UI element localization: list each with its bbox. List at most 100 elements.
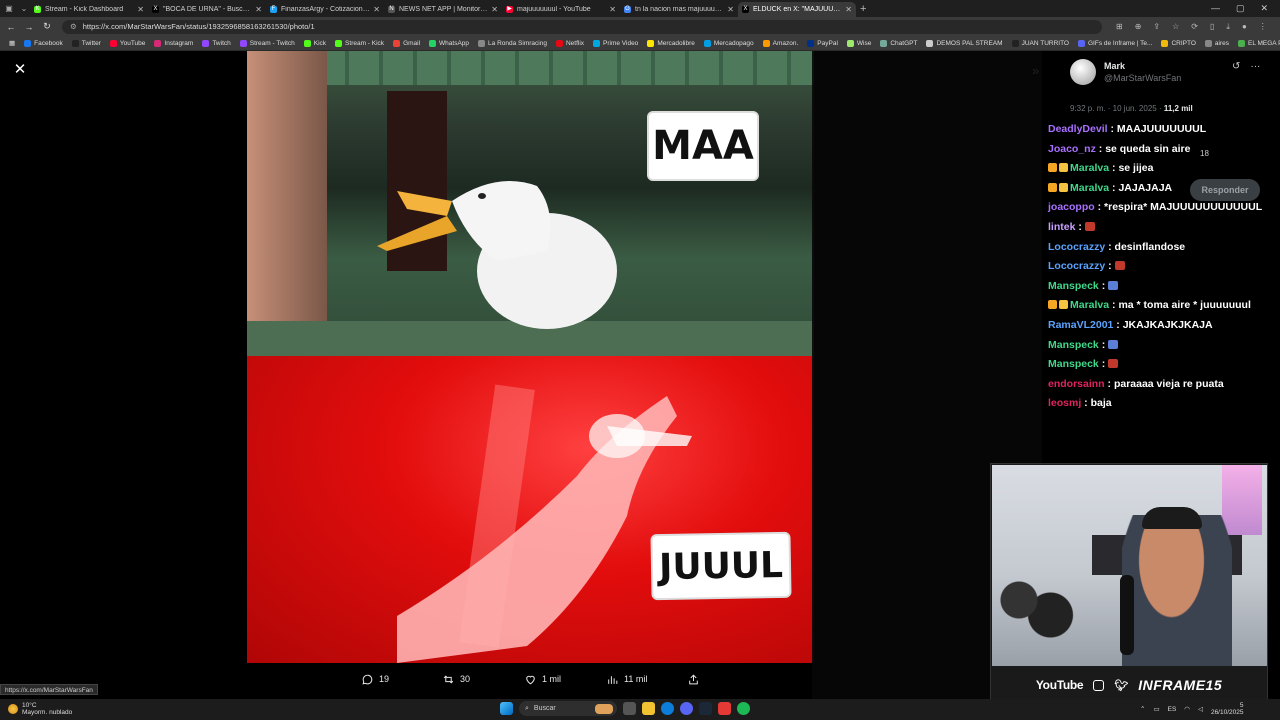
tab-title: Stream - Kick Dashboard bbox=[45, 6, 124, 13]
spotify-icon[interactable] bbox=[737, 702, 750, 715]
tab-close-icon[interactable]: ✕ bbox=[845, 5, 852, 14]
bookmark-item[interactable]: Wise bbox=[846, 39, 871, 47]
bookmark-label: Mercadopago bbox=[713, 39, 754, 47]
bookmark-item[interactable]: La Ronda Simracing bbox=[478, 39, 547, 47]
tweet-photo[interactable]: MAA JUUUL bbox=[247, 51, 814, 663]
weather-desc: Mayorm. nublado bbox=[22, 709, 73, 716]
translate-icon[interactable]: ⊞ bbox=[1116, 22, 1123, 32]
wifi-icon[interactable]: ◠ bbox=[1184, 705, 1190, 713]
apps-icon[interactable]: ▦ bbox=[9, 39, 15, 47]
url-field[interactable]: ⚙ https://x.com/MarStarWarsFan/status/19… bbox=[62, 19, 1102, 34]
tab-favicon-icon: X bbox=[742, 6, 749, 13]
new-tab-button[interactable]: + bbox=[860, 3, 866, 15]
youtube-label: YouTube bbox=[1035, 678, 1084, 692]
bookmark-favicon-icon bbox=[807, 39, 815, 47]
site-info-icon[interactable]: ⚙ bbox=[70, 22, 77, 31]
bookmark-item[interactable]: Twitter bbox=[71, 39, 101, 47]
tab-title: "BOCA DE URNA" - Buscar / X bbox=[163, 6, 253, 13]
bookmark-item[interactable]: Netflix bbox=[555, 39, 584, 47]
share-button[interactable] bbox=[687, 673, 700, 686]
tab-search-icon[interactable]: ⌄ bbox=[18, 3, 30, 15]
bookmark-item[interactable]: PayPal bbox=[807, 39, 838, 47]
bookmark-item[interactable]: JUAN TURRITO bbox=[1011, 39, 1069, 47]
minimize-button[interactable]: — bbox=[1211, 3, 1220, 14]
repost-button[interactable]: 30 bbox=[442, 673, 470, 686]
bookmark-item[interactable]: GIFs de Inframe | Te... bbox=[1078, 39, 1152, 47]
grok-icon[interactable]: ↺ bbox=[1232, 61, 1240, 72]
tray-apps-icon[interactable]: ▭ bbox=[1153, 705, 1159, 713]
tab-close-icon[interactable]: ✕ bbox=[609, 5, 616, 14]
chat-username: lintek bbox=[1048, 220, 1076, 233]
forward-icon[interactable]: → bbox=[22, 22, 36, 32]
stream-chat-overlay: DeadlyDevil : MAAJUUUUUUUL Joaco_nz : se … bbox=[1048, 120, 1273, 414]
bookmark-item[interactable]: Kick bbox=[303, 39, 326, 47]
bookmark-item[interactable]: Facebook bbox=[24, 39, 63, 47]
tab-title: ELDUCK en X: "MAJUUUUUL http... bbox=[753, 6, 842, 13]
tab-title: FinanzasArgy - Cotizaciones en ti... bbox=[281, 6, 371, 13]
task-view-icon[interactable] bbox=[623, 702, 636, 715]
language-indicator[interactable]: ES bbox=[1168, 706, 1177, 713]
browser-tab[interactable]: K Stream - Kick Dashboard ✕ bbox=[30, 2, 148, 17]
chat-username: Lococrazzy bbox=[1048, 260, 1106, 273]
bookmark-item[interactable]: Twitch bbox=[202, 39, 231, 47]
browser-tab[interactable]: N NEWS NET APP | Monitoreo de n...✕ bbox=[384, 2, 502, 17]
bookmark-item[interactable]: Amazon. bbox=[762, 39, 798, 47]
tab-close-icon[interactable]: ✕ bbox=[373, 5, 380, 14]
weather-widget[interactable]: 10°C Mayorm. nublado bbox=[8, 702, 72, 716]
avatar[interactable] bbox=[1070, 59, 1096, 85]
profile-icon[interactable]: ● bbox=[1242, 22, 1247, 32]
bookmark-item[interactable]: WhatsApp bbox=[429, 39, 469, 47]
tray-chevron-icon[interactable]: ⌃ bbox=[1140, 705, 1145, 713]
browser-tab[interactable]: Gtn la nacion mas majuuuuuuul ✕ bbox=[620, 2, 738, 17]
bookmark-item[interactable]: CRIPTO bbox=[1161, 39, 1196, 47]
bookmark-item[interactable]: Stream - Twitch bbox=[239, 39, 295, 47]
bookmark-item[interactable]: Instagram bbox=[154, 39, 193, 47]
extensions-icon[interactable]: ⟳ bbox=[1191, 22, 1198, 32]
bookmark-label: Stream - Twitch bbox=[249, 39, 295, 47]
bookmark-item[interactable]: Gmail bbox=[393, 39, 420, 47]
tab-close-icon[interactable]: ✕ bbox=[255, 5, 262, 14]
more-icon[interactable]: ··· bbox=[1250, 61, 1260, 72]
start-icon[interactable] bbox=[500, 702, 513, 715]
volume-icon[interactable]: ◁ bbox=[1198, 705, 1203, 713]
close-icon[interactable]: ✕ bbox=[12, 62, 28, 78]
back-icon[interactable]: ← bbox=[4, 22, 18, 32]
edge-icon[interactable] bbox=[661, 702, 674, 715]
tweet-author[interactable]: Mark @MarStarWarsFan bbox=[1070, 59, 1181, 85]
views-button[interactable]: 11 mil bbox=[606, 673, 647, 686]
bookmark-item[interactable]: Prime Video bbox=[593, 39, 638, 47]
maximize-button[interactable]: ▢ bbox=[1236, 3, 1245, 14]
bookmark-item[interactable]: Mercadopago bbox=[703, 39, 754, 47]
bookmark-item[interactable]: YouTube bbox=[109, 39, 145, 47]
steam-icon[interactable] bbox=[699, 702, 712, 715]
obs-icon[interactable] bbox=[718, 702, 731, 715]
tab-close-icon[interactable]: ✕ bbox=[727, 5, 734, 14]
tab-close-icon[interactable]: ✕ bbox=[491, 5, 498, 14]
star-icon[interactable]: ☆ bbox=[1172, 22, 1179, 32]
browser-tab[interactable]: ▶ majuuuuuuul - YouTube ✕ bbox=[502, 2, 620, 17]
close-window-button[interactable]: ✕ bbox=[1260, 3, 1268, 14]
share-icon[interactable]: ⇪ bbox=[1153, 22, 1160, 32]
like-button[interactable]: 1 mil bbox=[524, 673, 561, 686]
browser-tab[interactable]: X "BOCA DE URNA" - Buscar / X ✕ bbox=[148, 2, 266, 17]
downloads-icon[interactable]: ⤓ bbox=[1226, 22, 1230, 32]
bookmark-item[interactable]: aires bbox=[1204, 39, 1229, 47]
bookmark-item[interactable]: ChatGPT bbox=[880, 39, 917, 47]
reply-button[interactable]: 19 bbox=[361, 673, 389, 686]
discord-icon[interactable] bbox=[680, 702, 693, 715]
bookmarks-icon[interactable]: ▯ bbox=[1210, 22, 1214, 32]
zoom-icon[interactable]: ⊕ bbox=[1135, 22, 1142, 32]
menu-icon[interactable]: ⋮ bbox=[1259, 22, 1267, 32]
tab-close-icon[interactable]: ✕ bbox=[137, 5, 144, 14]
clock[interactable]: 5 26/10/2025 bbox=[1211, 702, 1244, 716]
bookmark-item[interactable]: Mercadolibre bbox=[647, 39, 695, 47]
reload-icon[interactable]: ↻ bbox=[40, 21, 54, 32]
bookmark-item[interactable]: DEMOS PAL STREAM bbox=[926, 39, 1003, 47]
bookmark-item[interactable]: Stream - Kick bbox=[335, 39, 384, 47]
file-explorer-icon[interactable] bbox=[642, 702, 655, 715]
browser-tab[interactable]: F FinanzasArgy - Cotizaciones en ti...✕ bbox=[266, 2, 384, 17]
bookmark-item[interactable]: EL MEGA PACK PAP... bbox=[1237, 39, 1280, 47]
taskbar-search[interactable]: ⌕ Buscar bbox=[519, 701, 617, 716]
tab-actions-icon[interactable]: ▣ bbox=[3, 3, 15, 15]
browser-tab[interactable]: X ELDUCK en X: "MAJUUUUUL http...✕ bbox=[738, 2, 856, 17]
